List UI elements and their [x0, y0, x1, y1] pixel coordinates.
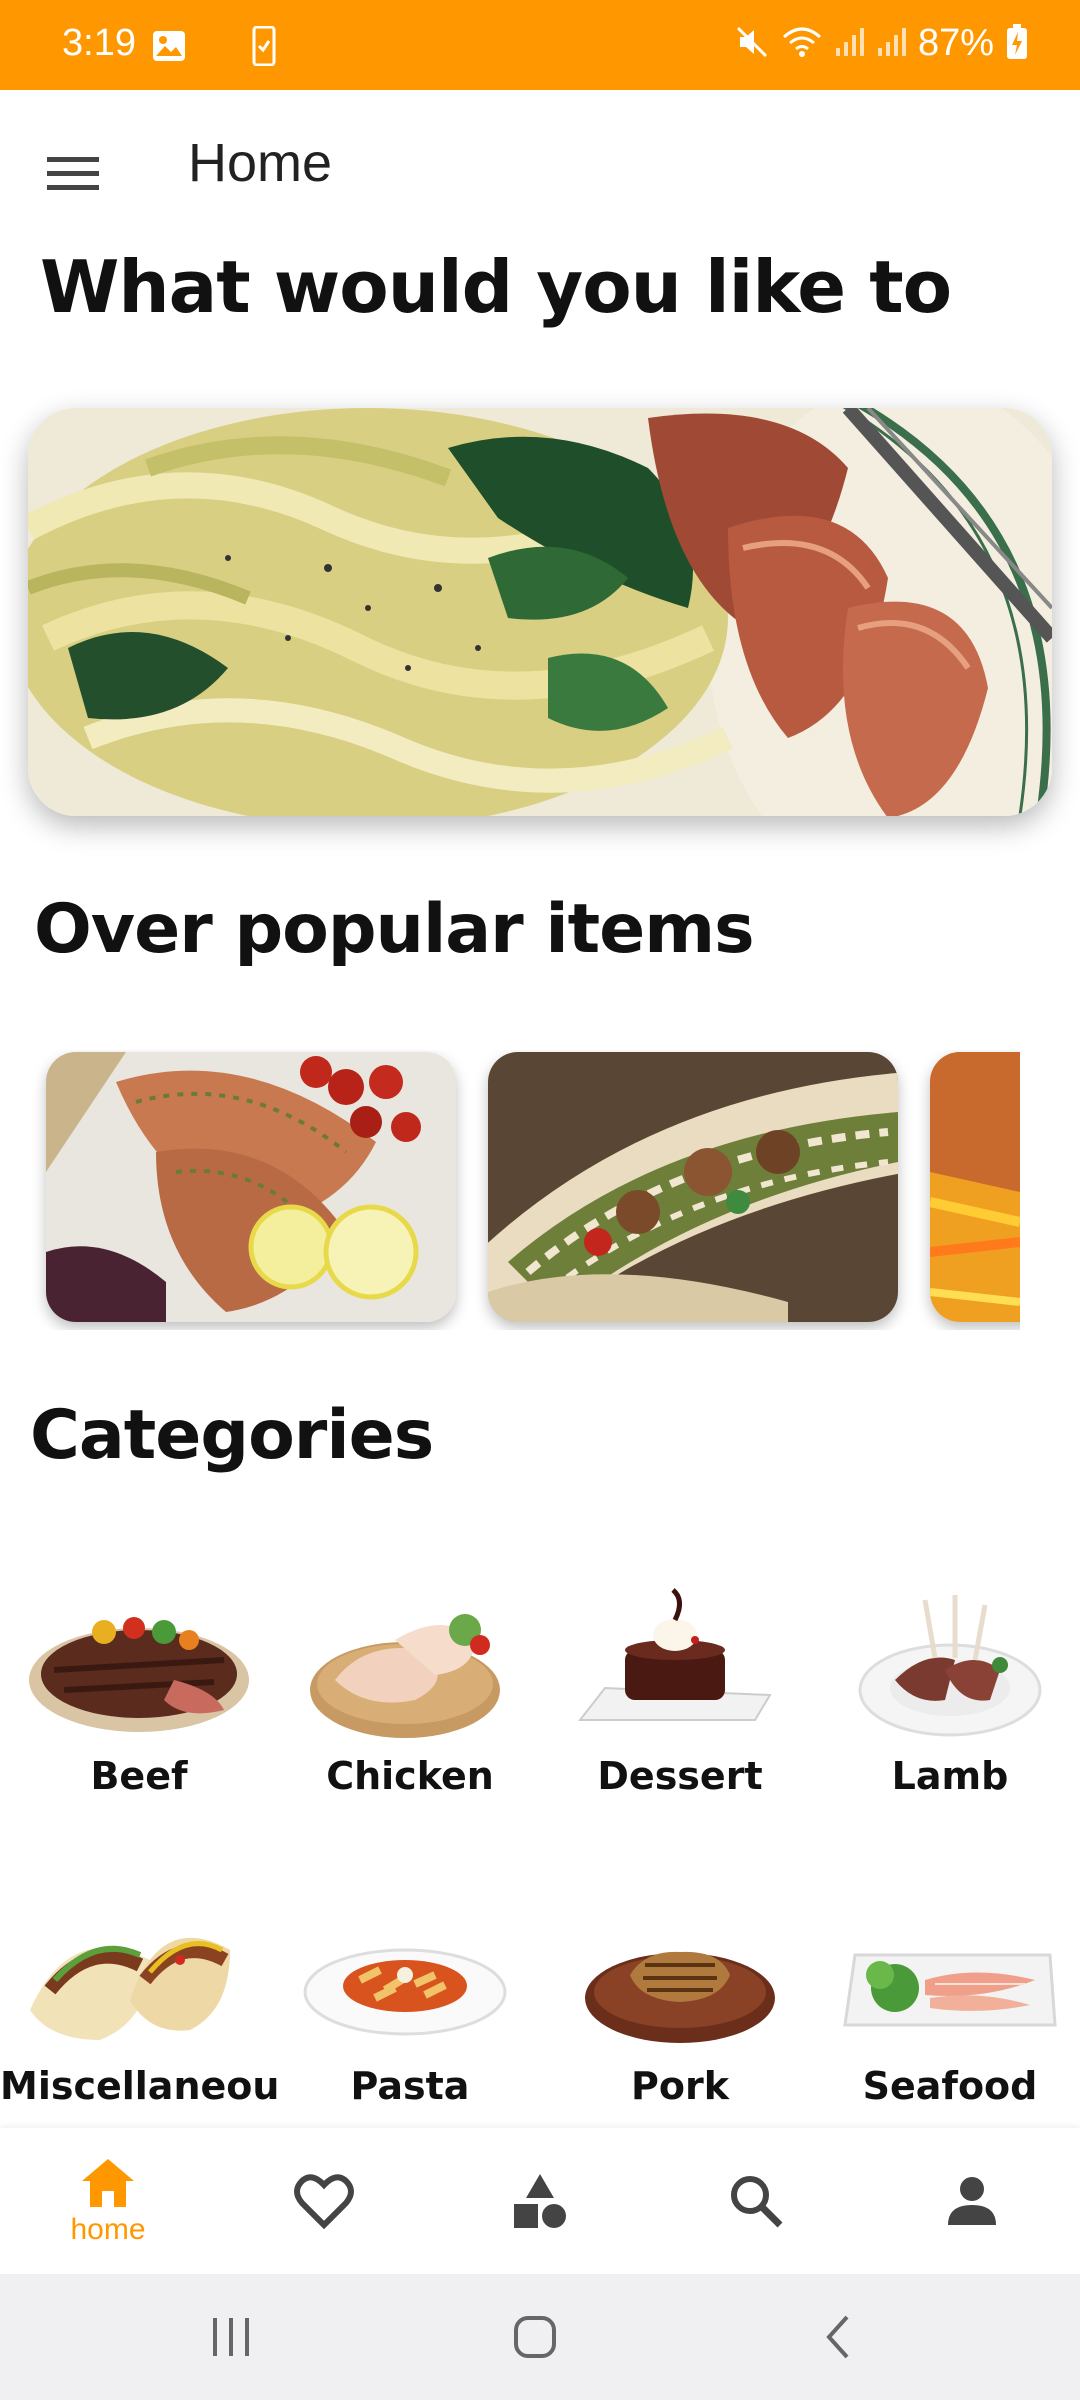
category-miscellaneous[interactable]: Miscellaneou — [0, 1880, 280, 2170]
battery-percent: 87% — [917, 22, 994, 64]
search-icon — [731, 2176, 783, 2228]
category-chicken[interactable]: Chicken — [275, 1570, 545, 1860]
category-pasta[interactable]: Pasta — [275, 1880, 545, 2170]
popular-section-title: Over popular items — [34, 890, 755, 969]
chicken-image — [310, 1614, 500, 1738]
headline: What would you like to — [40, 245, 952, 329]
categories-section-title: Categories — [30, 1396, 434, 1475]
nav-home-label: home — [70, 2213, 146, 2246]
status-bar: 3:19 87% — [0, 0, 1080, 90]
hamburger-menu-icon — [47, 157, 99, 190]
home-circle-icon — [514, 2316, 556, 2358]
menu-button[interactable] — [30, 130, 116, 216]
recents-icon — [213, 2318, 249, 2356]
status-right: 87% — [734, 22, 1028, 65]
category-dessert[interactable]: Dessert — [545, 1570, 815, 1860]
bottom-navigation: home — [0, 2128, 1080, 2274]
popular-item-card[interactable] — [488, 1052, 898, 1322]
category-lamb[interactable]: Lamb — [815, 1570, 1080, 1860]
category-label: Chicken — [326, 1754, 494, 1798]
nav-favorites[interactable] — [216, 2128, 432, 2274]
back-button[interactable] — [778, 2302, 898, 2372]
popular-item-card[interactable] — [930, 1052, 1020, 1322]
dessert-image — [577, 1588, 772, 1721]
app-title: Home — [188, 133, 333, 193]
home-icon — [82, 2159, 134, 2207]
pasta-image — [303, 1948, 507, 2036]
category-label: Dessert — [597, 1754, 763, 1798]
back-icon — [826, 2315, 849, 2359]
person-icon — [948, 2177, 996, 2225]
category-label: Miscellaneou — [0, 2064, 280, 2108]
category-pork[interactable]: Pork — [545, 1880, 815, 2170]
phone-check-icon — [252, 25, 276, 70]
system-navigation-bar — [0, 2274, 1080, 2400]
category-shapes-icon — [514, 2174, 566, 2228]
nav-profile[interactable] — [864, 2128, 1080, 2274]
status-time: 3:19 — [62, 22, 136, 64]
seafood-image — [843, 1953, 1057, 2027]
pork-image — [585, 1951, 775, 2043]
nav-search[interactable] — [648, 2128, 864, 2274]
signal-icon — [876, 26, 906, 62]
category-label: Lamb — [891, 1754, 1009, 1798]
recents-button[interactable] — [172, 2302, 292, 2372]
category-beef[interactable]: Beef — [4, 1570, 274, 1860]
app-bar: Home — [0, 90, 1080, 240]
category-label: Seafood — [862, 2064, 1038, 2108]
category-label: Pork — [631, 2064, 729, 2108]
mute-icon — [734, 24, 770, 64]
wifi-icon — [782, 25, 822, 63]
image-icon — [152, 30, 186, 66]
category-label: Pasta — [350, 2064, 470, 2108]
nav-home[interactable]: home — [0, 2128, 216, 2274]
lamb-image — [858, 1595, 1042, 1737]
heart-icon — [294, 2174, 354, 2229]
hero-food-image[interactable] — [28, 408, 1052, 816]
battery-charging-icon — [1006, 23, 1028, 64]
category-label: Beef — [90, 1754, 188, 1798]
category-seafood[interactable]: Seafood — [815, 1880, 1080, 2170]
popular-items-carousel[interactable] — [0, 1050, 1020, 1330]
nav-categories[interactable] — [432, 2128, 648, 2274]
signal-icon — [834, 26, 864, 62]
popular-item-card[interactable] — [46, 1052, 456, 1322]
tacos-image — [30, 1937, 230, 2040]
beef-image — [29, 1617, 249, 1732]
home-system-button[interactable] — [475, 2302, 595, 2372]
